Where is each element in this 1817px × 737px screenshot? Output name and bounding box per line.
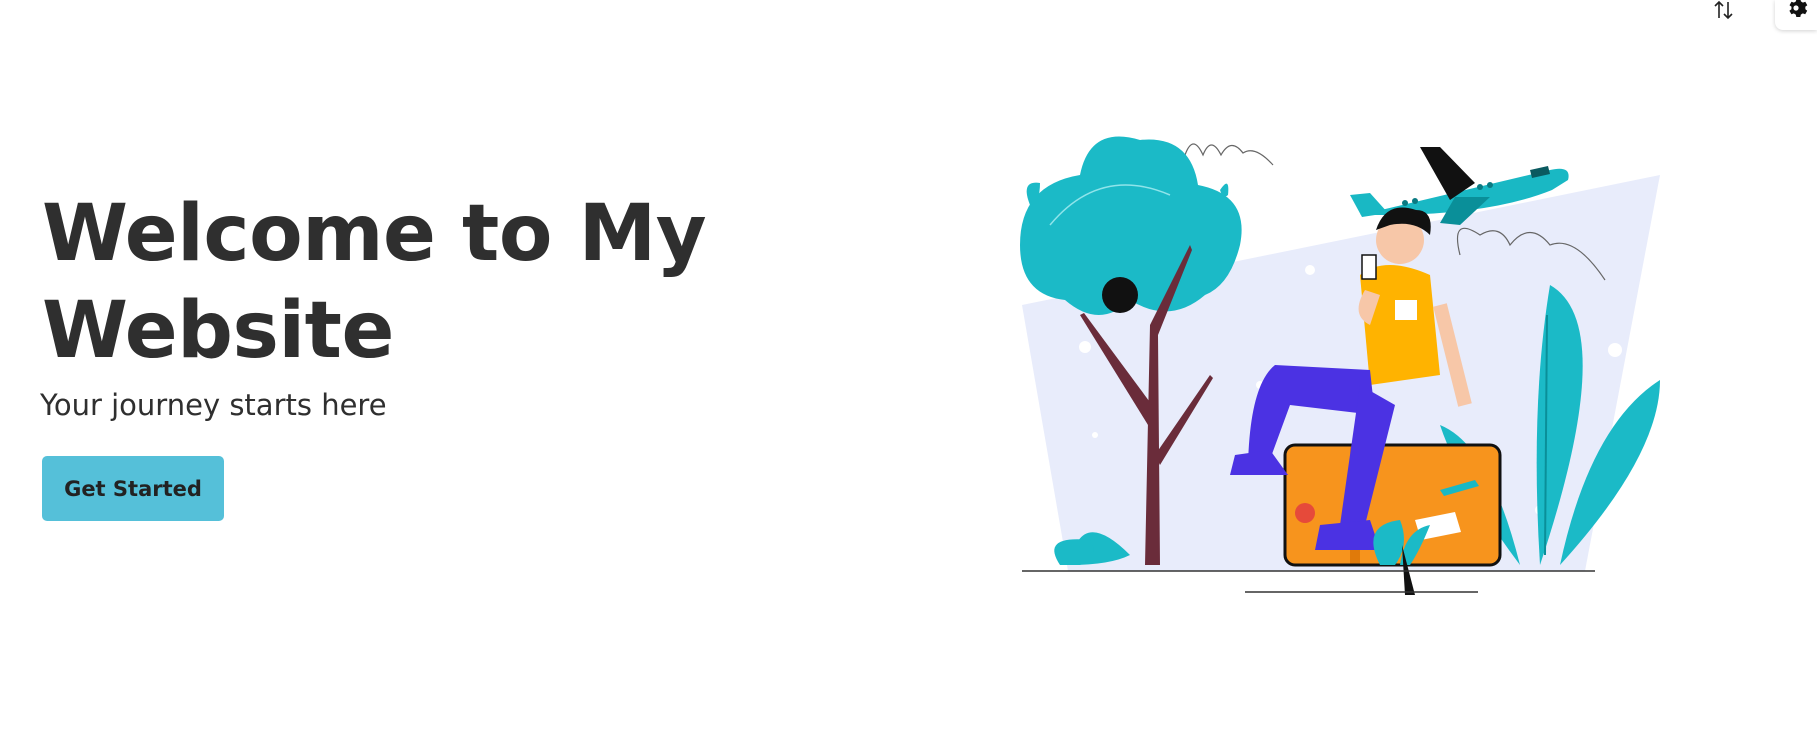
gear-icon [1789,0,1808,17]
get-started-button[interactable]: Get Started [42,456,224,521]
hero-title: Welcome to My Website [42,186,762,380]
sort-arrows-icon[interactable] [1713,0,1735,20]
settings-button[interactable] [1775,0,1817,30]
hero-subtitle: Your journey starts here [40,388,387,422]
landing-page: Welcome to My Website Your journey start… [0,0,1817,737]
hero-title-line1: Welcome to My [42,189,707,279]
hero-section: Welcome to My Website Your journey start… [40,186,762,521]
hero-title-line2: Website [42,286,394,376]
travel-illustration [1020,136,1660,595]
